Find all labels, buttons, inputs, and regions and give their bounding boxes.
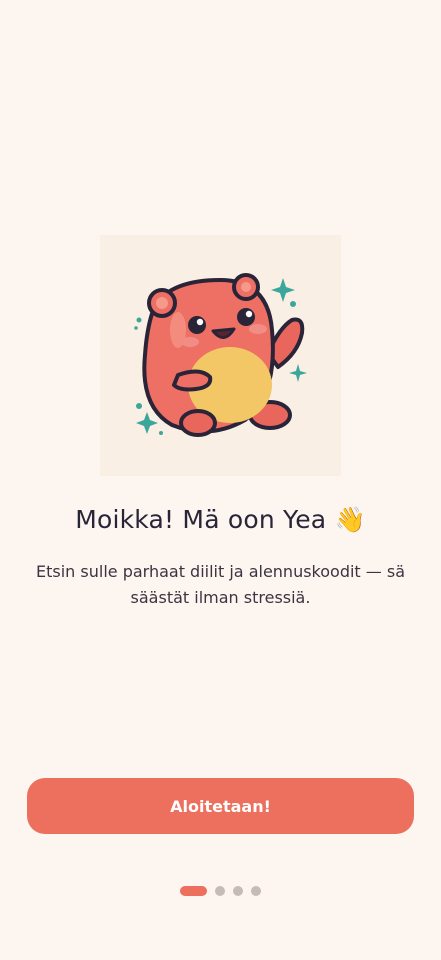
greeting-title-text: Moikka! Mä oon Yea: [75, 505, 327, 534]
page-indicator: [0, 886, 441, 896]
start-button[interactable]: Aloitetaan!: [27, 778, 414, 834]
page-dot-2[interactable]: [215, 886, 225, 896]
page-dot-3[interactable]: [233, 886, 243, 896]
bear-mascot-icon: [134, 273, 307, 437]
page-dot-1-active[interactable]: [180, 886, 207, 896]
mascot-illustration: [100, 235, 341, 476]
page-dot-4[interactable]: [251, 886, 261, 896]
waving-hand-icon: 👋: [334, 505, 366, 534]
greeting-title: Moikka! Mä oon Yea 👋: [0, 505, 441, 535]
intro-description: Etsin sulle parhaat diilit ja alennuskoo…: [36, 562, 405, 607]
